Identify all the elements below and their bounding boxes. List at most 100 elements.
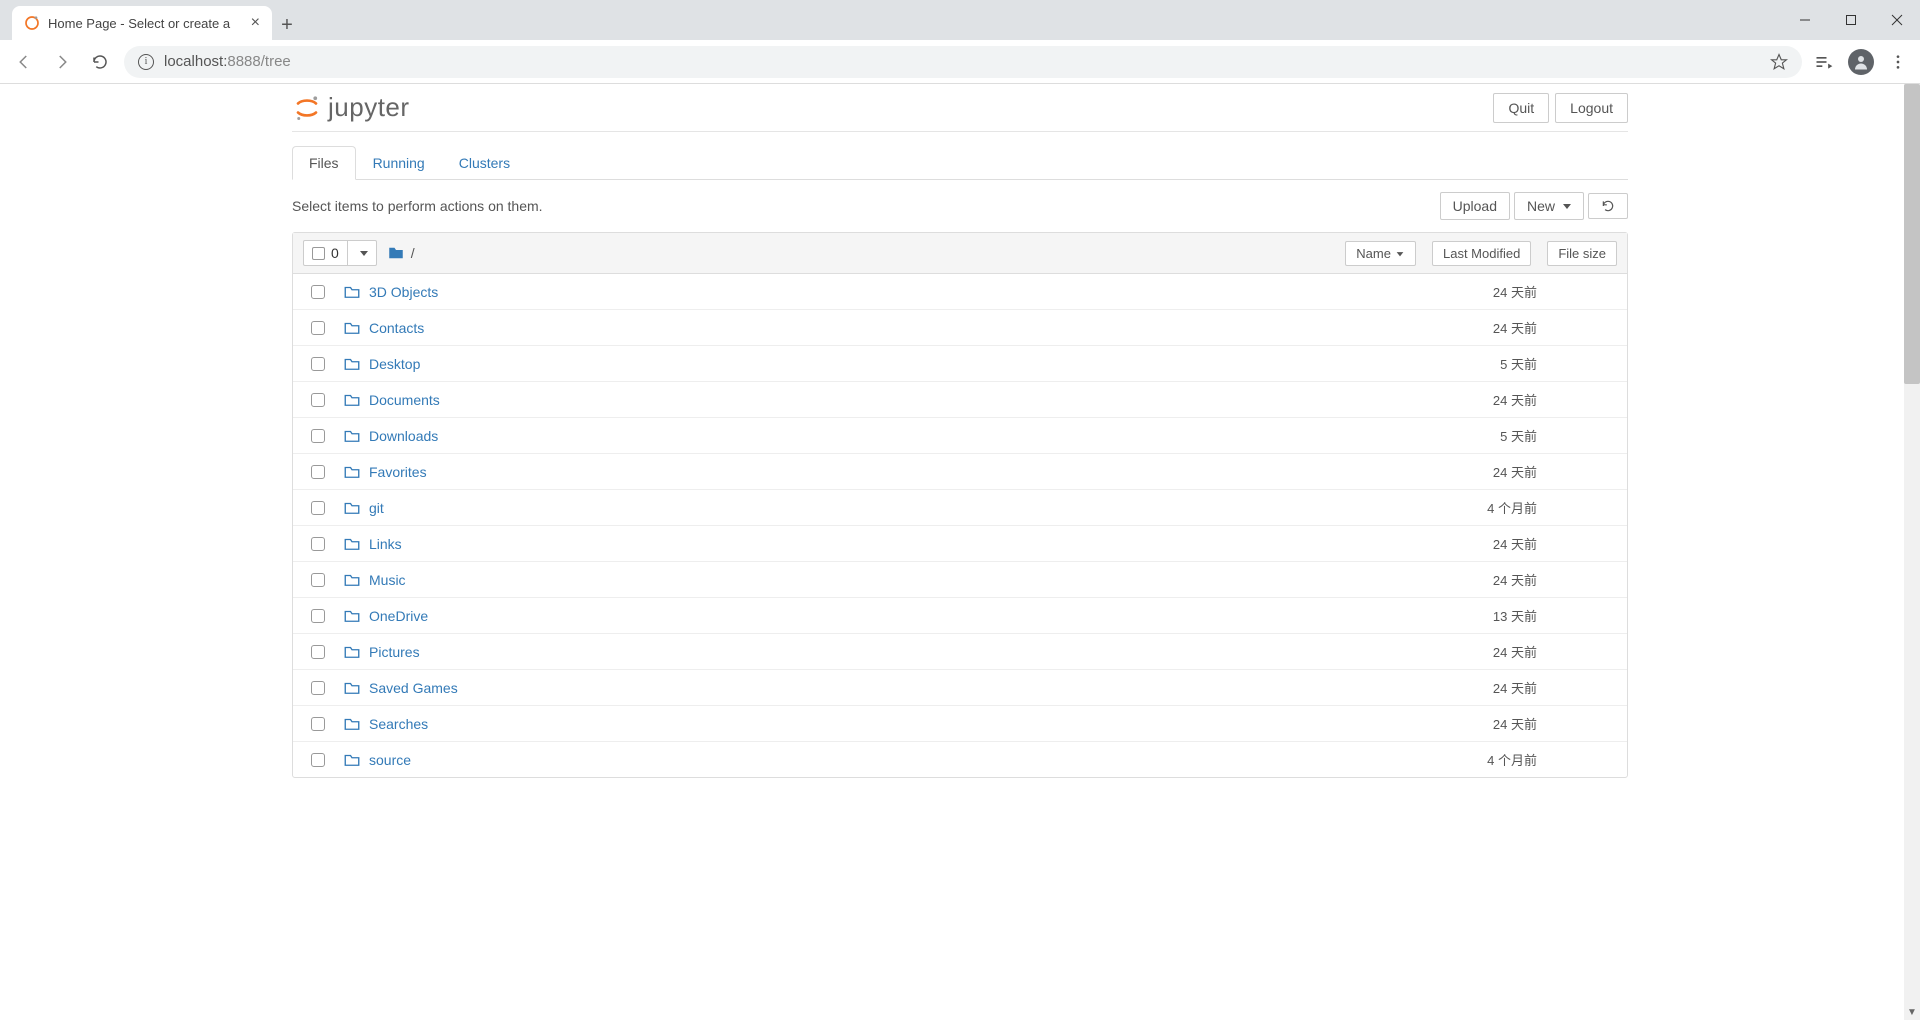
item-checkbox[interactable] [311,357,325,371]
item-checkbox[interactable] [311,429,325,443]
item-checkbox[interactable] [311,537,325,551]
item-checkbox[interactable] [311,717,325,731]
item-name-link[interactable]: Contacts [369,320,424,336]
tab-bar: Home Page - Select or create a × + [0,0,1920,40]
item-name-link[interactable]: Searches [369,716,428,732]
jupyter-favicon-icon [24,15,40,31]
item-checkbox[interactable] [311,501,325,515]
jupyter-logo-icon [292,93,322,123]
item-modified: 24 天前 [1447,462,1537,481]
folder-icon [343,571,361,589]
item-name-link[interactable]: Saved Games [369,680,458,696]
files-toolbar: Select items to perform actions on them.… [292,180,1628,232]
item-checkbox[interactable] [311,465,325,479]
quit-button[interactable]: Quit [1493,93,1549,123]
tab-running[interactable]: Running [356,146,442,180]
new-button-label: New [1527,198,1555,214]
sort-modified-button[interactable]: Last Modified [1432,241,1531,266]
new-tab-button[interactable]: + [272,10,302,40]
folder-icon [343,607,361,625]
list-item: OneDrive 13 天前 [293,598,1627,634]
scrollbar-arrow-down-icon[interactable]: ▼ [1904,1004,1920,1020]
folder-icon [387,244,405,262]
folder-icon [343,463,361,481]
profile-avatar-icon[interactable] [1848,49,1874,75]
item-name-link[interactable]: source [369,752,411,768]
item-name-link[interactable]: OneDrive [369,608,428,624]
sort-size-button[interactable]: File size [1547,241,1617,266]
item-modified: 13 天前 [1447,606,1537,625]
select-dropdown[interactable] [347,241,376,265]
jupyter-logo[interactable]: jupyter [292,92,410,123]
folder-icon [343,715,361,733]
list-item: Searches 24 天前 [293,706,1627,742]
item-name-link[interactable]: Desktop [369,356,420,372]
item-name-link[interactable]: 3D Objects [369,284,438,300]
window-close-button[interactable] [1874,0,1920,40]
item-modified: 5 天前 [1447,426,1537,445]
list-rows: 3D Objects24 天前Contacts24 天前Desktop5 天前D… [293,274,1627,777]
item-name-link[interactable]: Pictures [369,644,420,660]
url-host: localhost: [164,53,227,70]
item-modified: 24 天前 [1447,282,1537,301]
tab-clusters[interactable]: Clusters [442,146,527,180]
select-all-group: 0 [303,240,377,266]
item-name-link[interactable]: git [369,500,384,516]
item-modified: 24 天前 [1447,390,1537,409]
media-control-icon[interactable] [1812,50,1836,74]
list-item: Music 24 天前 [293,562,1627,598]
folder-icon [343,499,361,517]
item-modified: 24 天前 [1447,714,1537,733]
item-checkbox[interactable] [311,321,325,335]
new-dropdown-button[interactable]: New [1514,192,1584,220]
item-checkbox[interactable] [311,753,325,767]
jupyter-logo-text: jupyter [328,92,410,123]
scrollbar[interactable]: ▼ [1904,84,1920,1020]
item-checkbox[interactable] [311,645,325,659]
list-item: 3D Objects 24 天前 [293,274,1627,310]
item-name-link[interactable]: Music [369,572,406,588]
item-checkbox[interactable] [311,573,325,587]
scrollbar-thumb[interactable] [1904,84,1920,384]
list-item: Documents 24 天前 [293,382,1627,418]
item-modified: 24 天前 [1447,570,1537,589]
file-list: 0 / Name Last Modified File size 3D Obje… [292,232,1628,778]
back-button[interactable] [10,48,38,76]
item-checkbox[interactable] [311,285,325,299]
address-bar[interactable]: i localhost:8888/tree [124,46,1802,78]
bookmark-star-icon[interactable] [1770,53,1788,71]
tab-close-icon[interactable]: × [251,14,260,32]
item-modified: 4 个月前 [1447,498,1537,517]
browser-chrome: Home Page - Select or create a × + i loc… [0,0,1920,84]
item-modified: 24 天前 [1447,678,1537,697]
tab-files[interactable]: Files [292,146,356,180]
select-all-checkbox[interactable]: 0 [304,241,347,265]
refresh-button[interactable] [1588,193,1628,219]
window-minimize-button[interactable] [1782,0,1828,40]
reload-button[interactable] [86,48,114,76]
list-item: Desktop5 天前 [293,346,1627,382]
item-checkbox[interactable] [311,609,325,623]
window-maximize-button[interactable] [1828,0,1874,40]
item-modified: 24 天前 [1447,318,1537,337]
chrome-menu-icon[interactable] [1886,50,1910,74]
item-name-link[interactable]: Documents [369,392,440,408]
item-checkbox[interactable] [311,681,325,695]
folder-icon [343,283,361,301]
upload-button[interactable]: Upload [1440,192,1510,220]
folder-icon [343,643,361,661]
browser-tab[interactable]: Home Page - Select or create a × [12,6,272,40]
item-name-link[interactable]: Links [369,536,402,552]
site-info-icon[interactable]: i [138,54,154,70]
folder-icon [343,679,361,697]
logout-button[interactable]: Logout [1555,93,1628,123]
item-name-link[interactable]: Downloads [369,428,438,444]
breadcrumb[interactable]: / [387,244,415,262]
breadcrumb-root: / [411,245,415,261]
sort-name-button[interactable]: Name [1345,241,1416,266]
item-name-link[interactable]: Favorites [369,464,427,480]
forward-button[interactable] [48,48,76,76]
caret-down-icon [1563,204,1571,209]
list-item: Favorites 24 天前 [293,454,1627,490]
item-checkbox[interactable] [311,393,325,407]
